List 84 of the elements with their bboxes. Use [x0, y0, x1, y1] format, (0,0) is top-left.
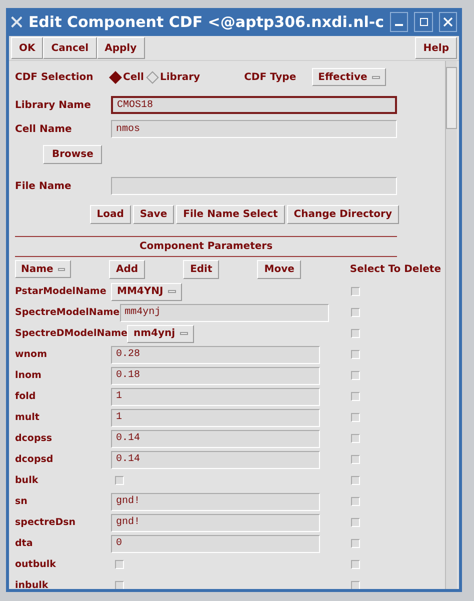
- radio-indicator[interactable]: [109, 70, 122, 84]
- parameter-label: dcopss: [15, 433, 54, 444]
- parameter-label: wnom: [15, 349, 48, 360]
- radio-indicator[interactable]: [146, 70, 159, 84]
- delete-checkbox[interactable]: [350, 539, 360, 548]
- browse-button[interactable]: Browse: [43, 144, 102, 164]
- parameter-dropdown[interactable]: MM4YNJ: [111, 282, 182, 300]
- parameter-checkbox[interactable]: [115, 581, 124, 589]
- parameter-field[interactable]: 0.28: [111, 346, 320, 364]
- delete-checkbox[interactable]: [350, 392, 360, 401]
- parameter-label: sn: [15, 496, 28, 507]
- minimize-button[interactable]: [390, 12, 408, 32]
- file-button[interactable]: Save: [132, 205, 174, 224]
- file-button[interactable]: Change Directory: [286, 205, 399, 224]
- toolbar-button[interactable]: Cancel: [43, 37, 97, 59]
- toolbar-button[interactable]: Apply: [96, 37, 145, 59]
- delete-checkbox[interactable]: [350, 308, 360, 317]
- file-button[interactable]: File Name Select: [176, 205, 285, 224]
- minimize-icon: [395, 24, 404, 26]
- scrollbar[interactable]: [445, 61, 457, 589]
- delete-checkbox[interactable]: [350, 581, 360, 589]
- sort-dropdown[interactable]: Name: [15, 260, 71, 278]
- parameter-checkbox[interactable]: [115, 476, 124, 485]
- maximize-button[interactable]: [414, 12, 433, 32]
- parameter-checkbox[interactable]: [115, 560, 124, 569]
- maximize-icon: [418, 17, 428, 27]
- parameter-label: inbulk: [15, 580, 50, 589]
- radio-label: Library: [160, 72, 200, 82]
- file-button[interactable]: Load: [90, 205, 131, 224]
- delete-checkbox[interactable]: [350, 434, 360, 443]
- delete-checkbox[interactable]: [350, 350, 360, 359]
- field-label: Cell Name: [15, 124, 73, 134]
- parameter-label: dcopsd: [15, 454, 54, 465]
- delete-checkbox[interactable]: [350, 497, 360, 506]
- delete-checkbox[interactable]: [350, 518, 360, 527]
- cell-name-field[interactable]: nmos: [111, 120, 397, 138]
- cdf-type-dropdown[interactable]: Effective: [312, 68, 386, 86]
- parameter-field[interactable]: 0.18: [111, 366, 320, 384]
- parameter-field[interactable]: gnd!: [111, 492, 320, 510]
- section-title: Component Parameters: [139, 241, 273, 252]
- field-label: File Name: [15, 180, 72, 192]
- parameter-label: outbulk: [15, 559, 57, 570]
- help-button[interactable]: Help: [415, 37, 457, 59]
- delete-checkbox[interactable]: [350, 329, 360, 338]
- parameter-label: mult: [15, 412, 40, 423]
- parameter-button[interactable]: Edit: [183, 260, 220, 278]
- delete-checkbox[interactable]: [350, 371, 360, 380]
- parameter-field[interactable]: gnd!: [111, 514, 320, 532]
- parameter-label: SpectreModelName: [15, 307, 120, 318]
- parameter-button[interactable]: Add: [109, 260, 146, 278]
- parameter-field[interactable]: 0.14: [111, 430, 320, 448]
- parameter-label: fold: [15, 391, 37, 402]
- delete-checkbox[interactable]: [350, 287, 360, 296]
- parameter-label: lnom: [15, 370, 42, 381]
- parameter-label: spectreDsn: [15, 517, 77, 528]
- parameter-field[interactable]: 1: [111, 408, 320, 426]
- column-header: Select To Delete: [350, 264, 441, 274]
- parameter-field[interactable]: mm4ynj: [120, 304, 329, 322]
- radio-label: Cell: [123, 72, 144, 82]
- close-icon: [442, 17, 453, 27]
- parameter-button[interactable]: Move: [257, 260, 302, 278]
- delete-checkbox[interactable]: [350, 560, 360, 569]
- parameter-label: dta: [15, 538, 34, 549]
- parameter-field[interactable]: 0.14: [111, 450, 320, 468]
- parameter-field[interactable]: 0: [111, 534, 320, 552]
- library-name-field[interactable]: CMOS18: [111, 96, 397, 114]
- field-label: CDF Selection: [15, 72, 94, 82]
- parameter-field[interactable]: 1: [111, 388, 320, 406]
- close-button[interactable]: [438, 12, 457, 32]
- radio-option[interactable]: Library: [148, 72, 200, 82]
- parameter-label: PstarModelName: [15, 286, 108, 297]
- x-logo-icon: [11, 15, 22, 29]
- delete-checkbox[interactable]: [350, 413, 360, 422]
- field-label: Library Name: [15, 100, 92, 110]
- delete-checkbox[interactable]: [350, 455, 360, 464]
- parameter-label: bulk: [15, 475, 40, 486]
- toolbar-button[interactable]: OK: [11, 37, 44, 59]
- parameter-dropdown[interactable]: nm4ynj: [127, 324, 194, 342]
- window-title: Edit Component CDF <@aptp306.nxdi.nl-c: [28, 13, 384, 31]
- parameter-label: SpectreDModelName: [15, 328, 128, 339]
- delete-checkbox[interactable]: [350, 476, 360, 485]
- radio-option[interactable]: Cell: [111, 72, 144, 82]
- field-label: CDF Type: [244, 72, 296, 82]
- file-name-field[interactable]: [111, 177, 397, 195]
